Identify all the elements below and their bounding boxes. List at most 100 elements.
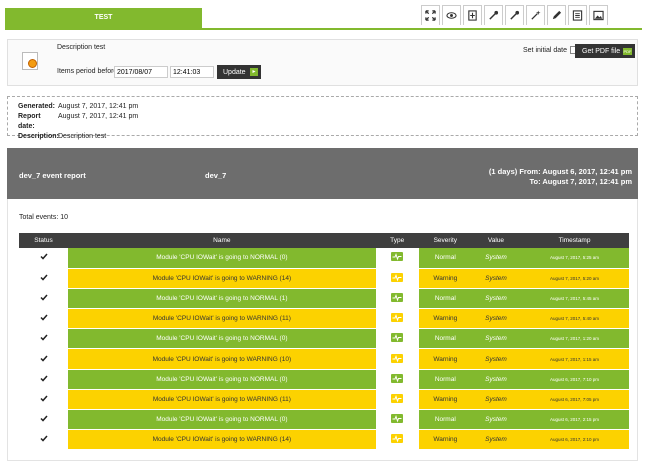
event-type-icon [391, 414, 404, 424]
type-cell [375, 308, 419, 330]
checkmark-icon [39, 415, 48, 422]
update-button[interactable]: Update ▸ [217, 65, 261, 79]
report-title: dev_7 event report [19, 171, 86, 180]
checkmark-icon [39, 355, 48, 362]
wand-icon[interactable] [505, 5, 524, 25]
event-name: Module 'CPU IOWait' is going to WARNING … [68, 389, 376, 411]
report-info: Generated: August 7, 2017, 12:41 pm Repo… [7, 96, 638, 140]
severity-cell: Normal [418, 409, 472, 431]
checkmark-icon [39, 395, 48, 402]
header-type: Type [375, 233, 419, 248]
event-name: Module 'CPU IOWait' is going to WARNING … [68, 429, 376, 451]
image-icon[interactable] [589, 5, 608, 25]
magic-wand-icon[interactable] [526, 5, 545, 25]
event-type-icon [391, 313, 404, 323]
report-range: (1 days) From: August 6, 2017, 12:41 pm … [489, 167, 632, 187]
table-row: Module 'CPU IOWait' is going to NORMAL (… [19, 409, 629, 431]
checkmark-icon [39, 294, 48, 301]
event-type-icon [391, 353, 404, 363]
report-icon [22, 52, 38, 70]
type-cell [375, 429, 419, 451]
type-cell [375, 369, 419, 390]
tab-divider [5, 28, 642, 30]
time-input[interactable] [170, 66, 214, 78]
header-severity: Severity [418, 233, 472, 248]
timestamp-cell: August 7, 2017, 5:20 am [520, 268, 629, 289]
event-name: Module 'CPU IOWait' is going to NORMAL (… [68, 409, 376, 431]
table-row: Module 'CPU IOWait' is going to NORMAL (… [19, 369, 629, 390]
event-name: Module 'CPU IOWait' is going to NORMAL (… [68, 328, 376, 350]
agent-name: dev_7 [205, 171, 227, 180]
event-name: Module 'CPU IOWait' is going to WARNING … [68, 308, 376, 330]
value-cell: System [471, 248, 521, 269]
value-cell: System [471, 369, 521, 390]
event-name: Module 'CPU IOWait' is going to NORMAL (… [68, 369, 376, 390]
status-cell [19, 308, 68, 330]
event-name: Module 'CPU IOWait' is going to NORMAL (… [68, 288, 376, 310]
header-status: Status [19, 233, 68, 248]
value-cell: System [471, 308, 521, 330]
timestamp-cell: August 6, 2017, 2:10 pm [520, 429, 629, 451]
value-cell: System [471, 348, 521, 370]
timestamp-cell: August 7, 2017, 5:45 am [520, 288, 629, 310]
range-to: To: August 7, 2017, 12:41 pm [529, 177, 632, 186]
value-cell: System [471, 268, 521, 289]
severity-cell: Normal [418, 369, 472, 390]
table-header-row: Status Name Type Severity Value Timestam… [19, 233, 629, 248]
report-description: Description test [57, 44, 106, 51]
date-input[interactable] [114, 66, 168, 78]
range-from: (1 days) From: August 6, 2017, 12:41 pm [488, 167, 632, 176]
event-name: Module 'CPU IOWait' is going to WARNING … [68, 348, 376, 370]
status-cell [19, 348, 68, 370]
checkmark-icon [39, 253, 48, 260]
value-cell: System [471, 389, 521, 411]
severity-cell: Warning [418, 429, 472, 451]
toolbar [421, 5, 608, 27]
pencil-icon[interactable] [547, 5, 566, 25]
type-cell [375, 409, 419, 431]
checkmark-icon [39, 334, 48, 341]
checkmark-icon [39, 314, 48, 321]
timestamp-cell: August 6, 2017, 2:15 pm [520, 409, 629, 431]
table-row: Module 'CPU IOWait' is going to NORMAL (… [19, 288, 629, 310]
table-row: Module 'CPU IOWait' is going to WARNING … [19, 389, 629, 411]
type-cell [375, 389, 419, 411]
report-body: Total events: 10 Status Name Type Severi… [7, 199, 638, 461]
tab-test[interactable]: TEST [5, 8, 202, 28]
checkmark-icon [39, 435, 48, 442]
type-cell [375, 288, 419, 310]
type-cell [375, 248, 419, 269]
header-name: Name [68, 233, 376, 248]
events-table: Status Name Type Severity Value Timestam… [19, 233, 629, 451]
event-name: Module 'CPU IOWait' is going to WARNING … [68, 268, 376, 289]
header-timestamp: Timestamp [520, 233, 629, 248]
description-label: Description: [18, 133, 59, 140]
event-type-icon [391, 373, 404, 383]
report-date-label: Report date: [18, 113, 41, 130]
type-cell [375, 268, 419, 289]
severity-cell: Normal [418, 328, 472, 350]
type-cell [375, 348, 419, 370]
timestamp-cell: August 7, 2017, 5:25 am [520, 248, 629, 269]
list-icon[interactable] [568, 5, 587, 25]
event-type-icon [391, 272, 404, 282]
severity-cell: Normal [418, 248, 472, 269]
severity-cell: Warning [418, 308, 472, 330]
report-date-value: August 7, 2017, 12:41 pm [58, 113, 139, 120]
report-header: dev_7 event report dev_7 (1 days) From: … [7, 148, 638, 199]
arrow-right-icon: ▸ [250, 68, 258, 76]
get-pdf-button[interactable]: Get PDF file PDF [575, 44, 635, 58]
value-cell: System [471, 288, 521, 310]
description-value: Description test [58, 133, 107, 140]
period-label: Items period before: [57, 68, 120, 75]
fullscreen-icon[interactable] [421, 5, 440, 25]
timestamp-cell: August 7, 2017, 5:40 am [520, 308, 629, 330]
checkmark-icon [39, 375, 48, 382]
wand-icon[interactable] [484, 5, 503, 25]
event-type-icon [391, 252, 404, 262]
event-type-icon [391, 434, 404, 444]
add-item-icon[interactable] [463, 5, 482, 25]
table-row: Module 'CPU IOWait' is going to WARNING … [19, 308, 629, 330]
eye-icon[interactable] [442, 5, 461, 25]
timestamp-cell: August 7, 2017, 1:20 am [520, 328, 629, 350]
